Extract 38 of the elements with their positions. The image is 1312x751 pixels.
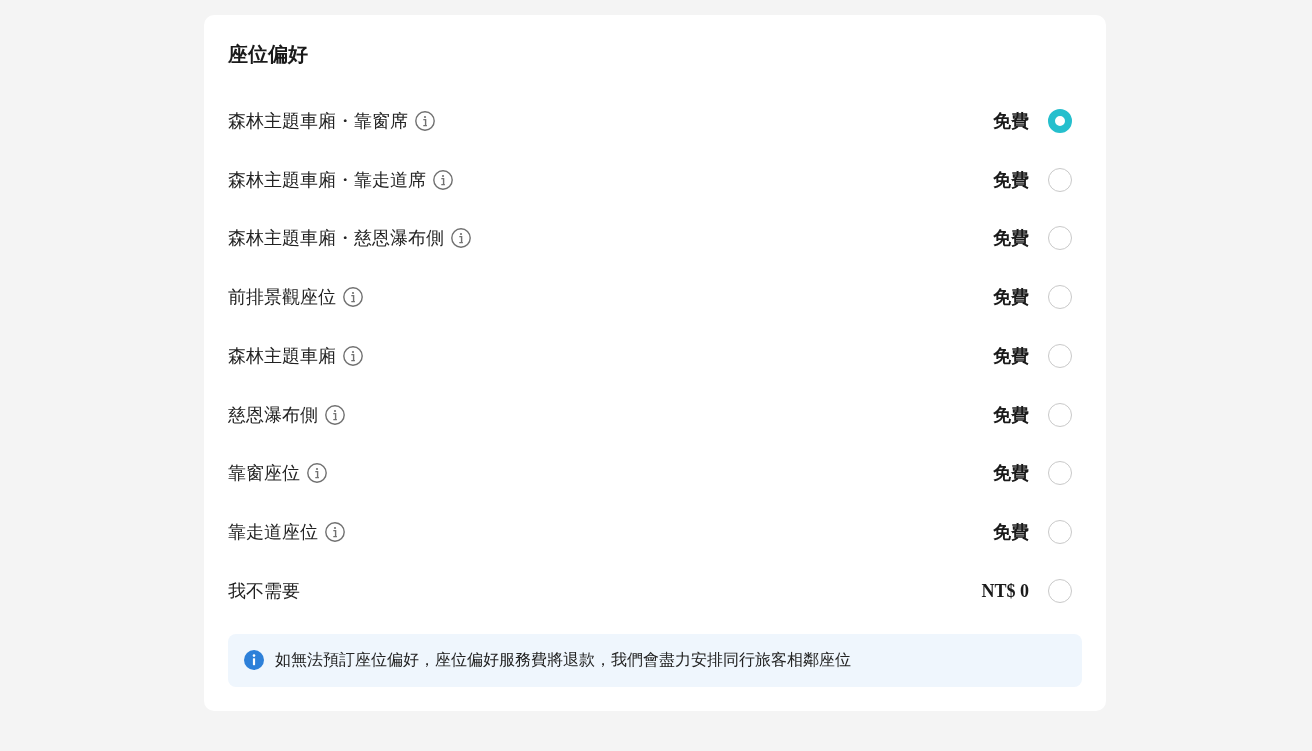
- option-price: 免費: [993, 462, 1029, 486]
- radio-button[interactable]: [1048, 226, 1072, 251]
- option-price: 免費: [993, 286, 1029, 310]
- option-label: 我不需要: [228, 579, 300, 603]
- radio-button[interactable]: [1048, 578, 1072, 603]
- info-icon[interactable]: [415, 110, 435, 131]
- option-label: 前排景觀座位: [228, 286, 336, 310]
- option-price: 免費: [993, 227, 1029, 251]
- option-label: 森林主題車廂・慈恩瀑布側: [228, 227, 444, 251]
- radio-button[interactable]: [1048, 343, 1072, 368]
- option-price: NT$ 0: [981, 579, 1029, 603]
- option-label: 森林主題車廂・靠走道席: [228, 168, 426, 192]
- option-label: 森林主題車廂: [228, 344, 336, 368]
- option-price: 免費: [993, 521, 1029, 545]
- option-price: 免費: [993, 109, 1029, 133]
- radio-button[interactable]: [1048, 285, 1072, 310]
- option-price: 免費: [993, 168, 1029, 192]
- radio-button[interactable]: [1048, 167, 1072, 192]
- info-icon[interactable]: [307, 463, 327, 484]
- info-icon[interactable]: [325, 404, 345, 425]
- notice-text: 如無法預訂座位偏好，座位偏好服務費將退款，我們會盡力安排同行旅客相鄰座位: [275, 650, 851, 671]
- option-label: 森林主題車廂・靠窗席: [228, 109, 408, 133]
- section-title: 座位偏好: [228, 42, 308, 67]
- option-price: 免費: [993, 344, 1029, 368]
- option-label: 靠窗座位: [228, 462, 300, 486]
- option-label: 慈恩瀑布側: [228, 403, 318, 427]
- radio-button[interactable]: [1048, 461, 1072, 486]
- info-icon[interactable]: [433, 169, 453, 190]
- radio-button[interactable]: [1048, 108, 1072, 133]
- info-icon[interactable]: [343, 287, 363, 308]
- option-price: 免費: [993, 403, 1029, 427]
- info-icon[interactable]: [343, 345, 363, 366]
- option-label: 靠走道座位: [228, 521, 318, 545]
- radio-button[interactable]: [1048, 402, 1072, 427]
- info-icon[interactable]: [451, 228, 471, 249]
- info-icon: [244, 650, 264, 671]
- radio-button[interactable]: [1048, 520, 1072, 545]
- info-icon[interactable]: [325, 522, 345, 543]
